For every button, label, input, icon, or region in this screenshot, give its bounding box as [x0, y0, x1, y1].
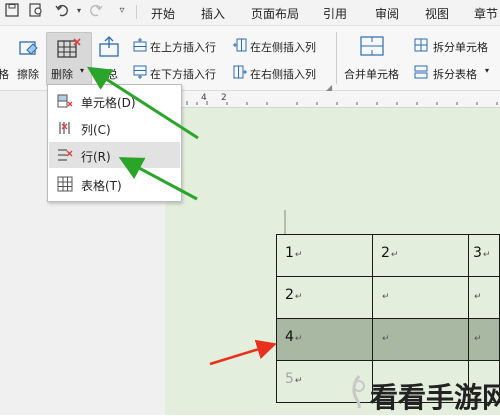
table-cell[interactable]: 2↵ [372, 234, 469, 277]
menu-item-delete-cells[interactable]: 单元格(D) [49, 88, 180, 114]
redo-icon [88, 3, 104, 19]
table-cell[interactable]: ↵ [372, 318, 469, 361]
delete-label: 删除 [51, 68, 73, 81]
paragraph-mark: ↵ [294, 292, 303, 302]
ruler-label: 4 [201, 93, 207, 103]
insert-column-left-icon [233, 38, 247, 55]
menu-bar: ▾ ▿ 开始 插入 页面布局 引用 审阅 视图 章节 [0, 0, 500, 26]
split-table-icon [414, 65, 428, 82]
split-table-dropdown-icon[interactable]: ▾ [485, 66, 489, 75]
insert-row-below-button[interactable]: 在下方插入行 [150, 66, 216, 82]
eraser-icon[interactable] [18, 36, 40, 61]
tab-section[interactable]: 章节 [474, 5, 498, 22]
menu-item-label: 单元格(D) [81, 96, 136, 110]
erase-button[interactable]: 擦除 [17, 66, 39, 82]
ruler-label: 2 [221, 93, 227, 103]
delete-column-icon [57, 120, 73, 139]
table-cell[interactable]: 4↵ [276, 318, 373, 361]
undo-icon[interactable] [54, 3, 70, 19]
insert-column-left-button[interactable]: 在左侧插入列 [250, 39, 316, 55]
tab-page-layout[interactable]: 页面布局 [251, 5, 299, 22]
cell-text: 2 [381, 245, 390, 261]
table-cell[interactable]: ↵ [468, 318, 500, 361]
paragraph-mark: ↵ [390, 250, 399, 260]
ribbon-partial-label: 格 [0, 68, 9, 81]
table-row: 2↵ ↵ ↵ [276, 276, 500, 319]
paragraph-mark: ↵ [294, 334, 303, 344]
split-table-button[interactable]: 拆分表格 [433, 66, 477, 82]
cell-text: 4 [285, 329, 294, 345]
cell-text: 3 [473, 245, 482, 261]
save-icon[interactable] [4, 3, 20, 19]
insert-row-below-icon [133, 65, 147, 82]
split-cells-button[interactable]: 拆分单元格 [433, 39, 488, 55]
table-cell[interactable]: ↵ [372, 276, 469, 319]
merge-cells-icon[interactable] [360, 36, 384, 59]
watermark-text: 看看手游网 [370, 381, 500, 414]
delete-dropdown-menu: 单元格(D) 列(C) 行(R) 表格(T) [47, 84, 182, 202]
summary-button[interactable]: 汇总 [96, 66, 118, 82]
cell-text: 5 [285, 371, 294, 387]
table-row: 1↵ 2↵ 3↵ [276, 234, 500, 277]
paragraph-mark: ↵ [382, 334, 390, 344]
menu-item-label: 列(C) [81, 123, 111, 137]
tab-home[interactable]: 开始 [151, 5, 175, 22]
margin-marker [284, 210, 286, 234]
menu-item-label: 表格(T) [81, 179, 122, 193]
tab-view[interactable]: 视图 [425, 5, 449, 22]
merge-cells-button[interactable]: 合并单元格 [344, 66, 399, 82]
paragraph-mark: ↵ [474, 292, 482, 302]
paragraph-mark: ↵ [382, 292, 390, 302]
watermark: 看看手游网 [344, 370, 500, 415]
menu-item-delete-row[interactable]: 行(R) [49, 142, 180, 168]
menu-item-delete-table[interactable]: 表格(T) [49, 171, 180, 197]
tab-review[interactable]: 审阅 [375, 5, 399, 22]
menu-item-label: 行(R) [81, 150, 111, 164]
insert-row-above-icon [133, 38, 147, 55]
delete-table-icon [57, 38, 81, 63]
delete-button[interactable]: 删除 ▾ [46, 32, 92, 86]
ruler-ticks [186, 101, 498, 105]
split-cells-icon [414, 38, 428, 55]
table-cell[interactable]: 2↵ [276, 276, 373, 319]
cell-text: 2 [285, 287, 294, 303]
paragraph-mark: ↵ [294, 376, 303, 386]
paragraph-mark: ↵ [474, 334, 482, 344]
delete-row-icon [57, 147, 73, 166]
table-cell[interactable]: ↵ [468, 276, 500, 319]
insert-row-above-button[interactable]: 在上方插入行 [150, 39, 216, 55]
ribbon-toolbar: 格 擦除 删除 ▾ 汇总 在上方插入行 在下方插入行 在左侧插入列 在右侧插入列… [0, 26, 500, 92]
paragraph-mark: ↵ [294, 250, 303, 260]
delete-dropdown-icon: ▾ [80, 66, 85, 75]
insert-column-right-button[interactable]: 在右侧插入列 [250, 66, 316, 82]
menu-item-delete-column[interactable]: 列(C) [49, 115, 180, 141]
tab-references[interactable]: 引用 [323, 5, 347, 22]
insert-column-right-icon [233, 65, 247, 82]
table-cell[interactable]: 1↵ [276, 234, 373, 277]
undo-dropdown-icon[interactable]: ▾ [71, 3, 87, 19]
summary-icon[interactable] [97, 36, 121, 61]
table-row-selected: 4↵ ↵ ↵ [276, 318, 500, 361]
horizontal-ruler: 4 2 [165, 91, 500, 108]
customize-toolbar-icon[interactable]: ▿ [114, 3, 130, 19]
paragraph-mark: ↵ [482, 250, 491, 260]
tab-insert[interactable]: 插入 [201, 5, 225, 22]
cell-text: 1 [285, 245, 294, 261]
table-cell[interactable]: 3↵ [468, 234, 500, 277]
print-preview-icon[interactable] [28, 3, 44, 19]
delete-table-icon [57, 176, 73, 195]
delete-cells-icon [57, 93, 73, 112]
